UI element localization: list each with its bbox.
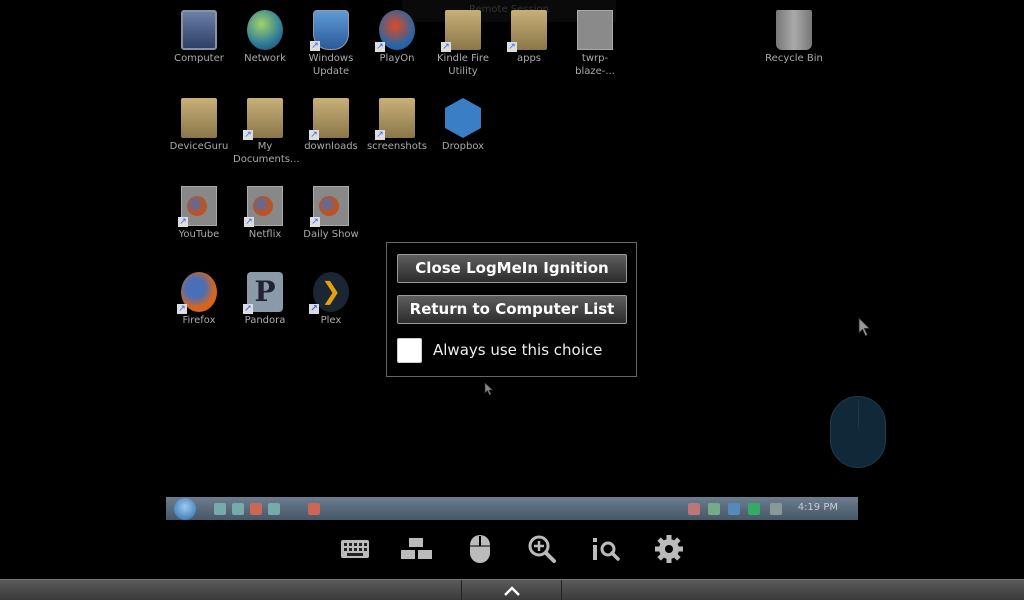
taskbar-app-icon[interactable]: [232, 503, 244, 515]
icon-label: apps: [516, 53, 542, 64]
firefox-shortcut-icon: [178, 186, 217, 227]
desktop-icon-daily-show[interactable]: Daily Show: [299, 182, 363, 241]
desktop-icon-netflix[interactable]: Netflix: [233, 182, 297, 241]
icon-label: Network: [244, 53, 286, 64]
taskbar-clock: 4:19 PM: [797, 502, 838, 513]
icon-label: PlayOn: [379, 53, 415, 64]
logmein-toolbar: [0, 525, 1024, 575]
zoom-icon: [528, 535, 556, 563]
screens-button[interactable]: [399, 531, 435, 567]
file-icon: [577, 10, 613, 50]
desktop-icon-dropbox[interactable]: Dropbox: [431, 94, 495, 153]
desktop-icon-my-documents[interactable]: My Documents...: [233, 94, 300, 166]
folder-icon: [181, 98, 217, 138]
windows-update-icon: [310, 10, 349, 51]
expand-toolbar-button[interactable]: [461, 580, 562, 600]
playon-icon: [375, 10, 415, 52]
icon-label: Pandora: [244, 315, 286, 326]
tray-icon[interactable]: [728, 503, 740, 515]
tray-icon[interactable]: [708, 503, 720, 515]
desktop-icon-deviceguru[interactable]: DeviceGuru: [167, 94, 231, 153]
magnify-list-icon: [593, 538, 620, 561]
bottom-bar: [0, 579, 1024, 600]
desktop-icon-playon[interactable]: PlayOn: [365, 6, 429, 65]
firefox-shortcut-icon: [244, 186, 283, 227]
taskbar-firefox-icon[interactable]: [250, 503, 262, 515]
tray-icon[interactable]: [748, 503, 760, 515]
icon-label: Kindle Fire Utility: [437, 53, 489, 77]
desktop-icon-computer[interactable]: Computer: [167, 6, 231, 65]
view-options-button[interactable]: [588, 531, 624, 567]
desktop-icon-windows-update[interactable]: Windows Update: [299, 6, 363, 78]
always-use-choice-checkbox[interactable]: [397, 337, 422, 363]
mouse-button[interactable]: [462, 531, 498, 567]
taskbar-app-icon[interactable]: [214, 503, 226, 515]
icon-label: screenshots: [366, 141, 428, 152]
plex-icon: ❯: [309, 272, 349, 314]
icon-label: Plex: [320, 315, 342, 326]
settings-button[interactable]: [651, 531, 687, 567]
taskbar-app-icon[interactable]: [268, 503, 280, 515]
windows-start-icon[interactable]: [174, 498, 196, 520]
desktop-icon-firefox[interactable]: Firefox: [167, 268, 231, 327]
keyboard-button[interactable]: [337, 531, 373, 567]
chevron-up-icon: [503, 585, 520, 596]
tray-icon[interactable]: [688, 503, 700, 515]
folder-icon: [309, 98, 349, 140]
pandora-icon: P: [243, 272, 283, 314]
folder-icon: [507, 10, 547, 52]
folder-icon: [375, 98, 415, 140]
desktop-icon-kindle-fire-utility[interactable]: Kindle Fire Utility: [431, 6, 495, 78]
mouse-icon: [470, 535, 490, 563]
folder-icon: [441, 10, 481, 52]
icon-label: Dropbox: [441, 141, 485, 152]
desktop-icon-network[interactable]: Network: [233, 6, 297, 65]
icon-label: Firefox: [182, 315, 216, 326]
firefox-icon: [177, 272, 217, 314]
return-to-computer-list-button[interactable]: Return to Computer List: [397, 295, 627, 324]
folder-icon: [243, 98, 283, 140]
screens-icon: [401, 538, 432, 559]
firefox-shortcut-icon: [310, 186, 349, 227]
icon-label: Netflix: [248, 229, 282, 240]
desktop-icon-twrp-blaze[interactable]: twrp-blaze-...: [563, 6, 627, 78]
virtual-mouse-control[interactable]: [830, 396, 886, 468]
keyboard-icon: [341, 540, 369, 558]
desktop-icon-recycle-bin[interactable]: Recycle Bin: [762, 6, 826, 65]
icon-label: DeviceGuru: [169, 141, 229, 152]
desktop-icon-apps[interactable]: apps: [497, 6, 561, 65]
always-use-choice-label: Always use this choice: [433, 341, 603, 359]
recycle-bin-icon: [776, 10, 812, 50]
icon-label: Windows Update: [308, 53, 354, 77]
icon-label: Daily Show: [303, 229, 359, 240]
icon-label: Recycle Bin: [765, 53, 823, 64]
close-logmein-button[interactable]: Close LogMeIn Ignition: [397, 254, 627, 283]
taskbar-firefox-icon[interactable]: [308, 503, 320, 515]
desktop-icon-pandora[interactable]: P Pandora: [233, 268, 297, 327]
session-exit-dialog: Close LogMeIn Ignition Return to Compute…: [386, 242, 637, 377]
desktop-icon-youtube[interactable]: YouTube: [167, 182, 231, 241]
computer-icon: [181, 10, 217, 50]
local-cursor-icon: [858, 317, 871, 337]
icon-label: twrp-blaze-...: [575, 53, 615, 77]
gear-icon: [655, 535, 683, 563]
icon-label: Computer: [174, 53, 224, 64]
network-globe-icon: [247, 10, 283, 50]
icon-label: YouTube: [178, 229, 220, 240]
remote-cursor-icon: [484, 382, 494, 396]
desktop-icon-plex[interactable]: ❯ Plex: [299, 268, 363, 327]
icon-label: My Documents...: [233, 141, 300, 165]
volume-icon[interactable]: [770, 503, 782, 515]
icon-label: downloads: [304, 141, 358, 152]
desktop-icon-screenshots[interactable]: screenshots: [365, 94, 429, 153]
remote-taskbar: 4:19 PM: [166, 497, 858, 520]
dropbox-icon: [445, 98, 481, 138]
zoom-button[interactable]: [524, 531, 560, 567]
desktop-icon-downloads[interactable]: downloads: [299, 94, 363, 153]
always-use-choice-row[interactable]: Always use this choice: [397, 337, 602, 363]
